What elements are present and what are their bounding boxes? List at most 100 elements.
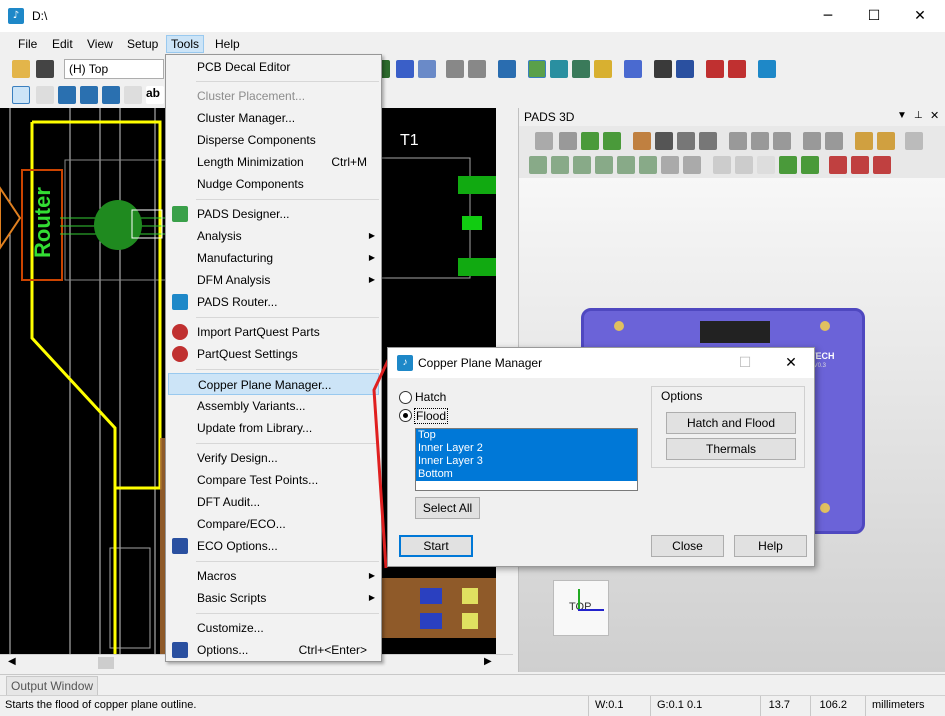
- menu-disperse-components[interactable]: Disperse Components: [168, 129, 379, 151]
- design-toolbar-icon[interactable]: [528, 60, 546, 78]
- 3d-settings-icon[interactable]: [699, 132, 717, 150]
- route-icon[interactable]: [396, 60, 414, 78]
- view-icon[interactable]: [550, 60, 568, 78]
- select-arrow-icon[interactable]: [12, 86, 30, 104]
- menu-compare-eco[interactable]: Compare/ECO...: [168, 513, 379, 535]
- menu-nudge-components[interactable]: Nudge Components: [168, 173, 379, 195]
- 3d-rotate-icon[interactable]: [581, 132, 599, 150]
- 3d-fit-icon[interactable]: [713, 156, 731, 174]
- flood-radio[interactable]: [399, 409, 412, 422]
- 3d-more-icon[interactable]: [905, 132, 923, 150]
- menu-options[interactable]: Options... Ctrl+<Enter>: [168, 639, 379, 661]
- open-icon[interactable]: [12, 60, 30, 78]
- 3d-home-icon[interactable]: [535, 132, 553, 150]
- panel-pin-icon[interactable]: ⊥: [914, 110, 923, 121]
- 3d-layer-2-icon[interactable]: [751, 132, 769, 150]
- dialog-close-text-button[interactable]: Close: [651, 535, 724, 557]
- 3d-select-icon[interactable]: [757, 156, 775, 174]
- hatch-radio[interactable]: [399, 391, 412, 404]
- select-all-button[interactable]: Select All: [415, 497, 480, 519]
- redo-icon[interactable]: [468, 60, 486, 78]
- menu-tools[interactable]: Tools: [166, 35, 205, 53]
- 3d-iso-view-icon[interactable]: [529, 156, 547, 174]
- save-icon[interactable]: [36, 60, 54, 78]
- menu-setup[interactable]: Setup: [123, 35, 162, 53]
- help-button[interactable]: Help: [734, 535, 807, 557]
- 3d-right-view-icon[interactable]: [617, 156, 635, 174]
- output-window-tab[interactable]: Output Window: [6, 676, 99, 696]
- report-icon[interactable]: [654, 60, 672, 78]
- menu-pads-router[interactable]: PADS Router...: [168, 291, 379, 313]
- menu-file[interactable]: File: [14, 35, 41, 53]
- 3d-front-view-icon[interactable]: [551, 156, 569, 174]
- panel-close-icon[interactable]: ✕: [930, 109, 939, 122]
- 3d-print-icon[interactable]: [825, 132, 843, 150]
- 3d-layer-3-icon[interactable]: [773, 132, 791, 150]
- layer-icon[interactable]: [572, 60, 590, 78]
- 3d-bottom-view-icon[interactable]: [661, 156, 679, 174]
- close-button[interactable]: ✕: [897, 0, 943, 32]
- layer-item-inner-2[interactable]: Inner Layer 2: [416, 442, 637, 455]
- scroll-right-icon[interactable]: ▶: [484, 656, 492, 667]
- 3d-cut-1-icon[interactable]: [829, 156, 847, 174]
- 3d-move-icon[interactable]: [559, 132, 577, 150]
- menu-dfm-analysis[interactable]: DFM Analysis ▶: [168, 269, 379, 291]
- menu-manufacturing[interactable]: Manufacturing ▶: [168, 247, 379, 269]
- select-filter-icon[interactable]: [36, 86, 54, 104]
- scroll-left-icon[interactable]: ◀: [8, 656, 16, 667]
- select-traces-icon[interactable]: [80, 86, 98, 104]
- dialog-close-button[interactable]: ✕: [768, 348, 814, 378]
- menu-pads-designer[interactable]: PADS Designer...: [168, 203, 379, 225]
- 3d-search-icon[interactable]: [803, 132, 821, 150]
- 3d-zoom-icon[interactable]: [735, 156, 753, 174]
- 3d-highlight-icon[interactable]: [779, 156, 797, 174]
- 3d-measure-icon[interactable]: [855, 132, 873, 150]
- menu-pcb-decal-editor[interactable]: PCB Decal Editor: [168, 56, 379, 78]
- snap-icon[interactable]: [418, 60, 436, 78]
- maximize-button[interactable]: ☐: [851, 0, 897, 32]
- select-planes-icon[interactable]: [102, 86, 120, 104]
- hatch-and-flood-button[interactable]: Hatch and Flood: [666, 412, 796, 434]
- panel-dropdown-icon[interactable]: ▼: [897, 110, 907, 121]
- menu-verify-design[interactable]: Verify Design...: [168, 447, 379, 469]
- menu-partquest-settings[interactable]: PartQuest Settings: [168, 343, 379, 365]
- 3d-flip-icon[interactable]: [683, 156, 701, 174]
- menu-eco-options[interactable]: ECO Options...: [168, 535, 379, 557]
- router-icon[interactable]: [758, 60, 776, 78]
- menu-macros[interactable]: Macros ▶: [168, 565, 379, 587]
- menu-analysis[interactable]: Analysis ▶: [168, 225, 379, 247]
- thermals-button[interactable]: Thermals: [666, 438, 796, 460]
- minimize-button[interactable]: ─: [805, 0, 851, 32]
- menu-compare-test-points[interactable]: Compare Test Points...: [168, 469, 379, 491]
- menu-help[interactable]: Help: [211, 35, 244, 53]
- layer-list[interactable]: Top Inner Layer 2 Inner Layer 3 Bottom: [415, 428, 638, 491]
- menu-basic-scripts[interactable]: Basic Scripts ▶: [168, 587, 379, 609]
- menu-dft-audit[interactable]: DFT Audit...: [168, 491, 379, 513]
- menu-customize[interactable]: Customize...: [168, 617, 379, 639]
- select-pins-icon[interactable]: [124, 86, 142, 104]
- 3d-camera-icon[interactable]: [655, 132, 673, 150]
- 3d-pan-icon[interactable]: [603, 132, 621, 150]
- 3d-cut-2-icon[interactable]: [851, 156, 869, 174]
- scroll-thumb[interactable]: [98, 657, 114, 669]
- menu-view[interactable]: View: [83, 35, 117, 53]
- menu-length-minimization[interactable]: Length Minimization Ctrl+M: [168, 151, 379, 173]
- 3d-layer-1-icon[interactable]: [729, 132, 747, 150]
- 3d-cut-3-icon[interactable]: [873, 156, 891, 174]
- 3d-refresh-icon[interactable]: [801, 156, 819, 174]
- 3d-film-icon[interactable]: [677, 132, 695, 150]
- select-nets-icon[interactable]: [58, 86, 76, 104]
- 3d-top-view-icon[interactable]: [639, 156, 657, 174]
- 3d-clearance-icon[interactable]: [877, 132, 895, 150]
- menu-copper-plane-manager[interactable]: Copper Plane Manager...: [168, 373, 379, 395]
- undo-icon[interactable]: [446, 60, 464, 78]
- text-icon[interactable]: ab: [146, 86, 164, 104]
- partquest-settings-icon[interactable]: [728, 60, 746, 78]
- layer-combo[interactable]: (H) Top: [64, 59, 164, 79]
- layer-item-bottom[interactable]: Bottom: [416, 468, 637, 481]
- menu-cluster-manager[interactable]: Cluster Manager...: [168, 107, 379, 129]
- layer-item-top[interactable]: Top: [416, 429, 637, 442]
- menu-edit[interactable]: Edit: [48, 35, 77, 53]
- pour-icon[interactable]: [624, 60, 642, 78]
- start-button[interactable]: Start: [399, 535, 473, 557]
